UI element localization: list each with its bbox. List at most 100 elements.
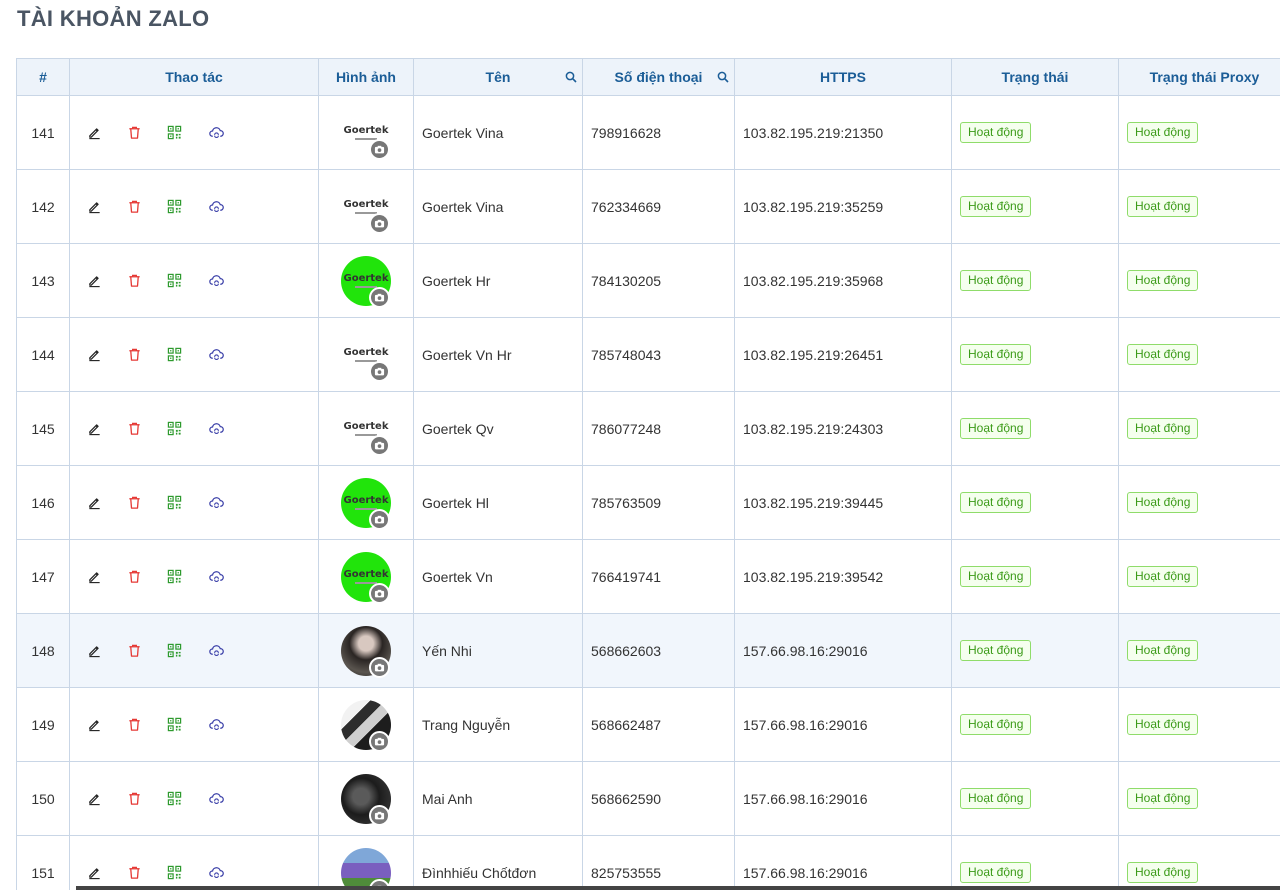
status-badge: Hoạt động [960,418,1032,439]
qr-code-icon[interactable] [166,717,182,733]
row-name: Trang Nguyễn [413,687,583,762]
row-index: 149 [16,687,70,762]
avatar[interactable]: Goertek [341,551,391,604]
row-https: 103.82.195.219:39445 [734,465,952,540]
row-name: Mai Anh [413,761,583,836]
camera-icon[interactable] [369,582,390,604]
cloud-sync-icon[interactable] [208,273,224,289]
search-icon[interactable] [565,71,577,83]
trash-icon[interactable] [126,865,142,881]
qr-code-icon[interactable] [166,643,182,659]
qr-code-icon[interactable] [166,125,182,141]
avatar[interactable] [341,625,391,678]
camera-icon[interactable] [369,508,390,530]
brand-logo-text: Goertek [343,568,389,580]
row-name: Goertek Vn Hr [413,317,583,392]
trash-icon[interactable] [126,347,142,363]
camera-icon[interactable] [369,212,390,234]
trash-icon[interactable] [126,717,142,733]
row-actions [69,317,319,392]
row-index: 148 [16,613,70,688]
cloud-sync-icon[interactable] [208,421,224,437]
column-header-actions: Thao tác [69,58,319,96]
row-proxy-status-cell: Hoạt động [1118,169,1280,244]
cloud-sync-icon[interactable] [208,791,224,807]
trash-icon[interactable] [126,199,142,215]
horizontal-scrollbar[interactable] [76,886,1280,890]
pencil-icon[interactable] [86,199,102,215]
avatar[interactable]: Goertek [341,403,391,456]
avatar[interactable] [341,773,391,826]
cloud-sync-icon[interactable] [208,125,224,141]
cloud-sync-icon[interactable] [208,865,224,881]
row-name: Goertek Hr [413,243,583,318]
camera-icon[interactable] [369,804,390,826]
column-header-image: Hình ảnh [318,58,414,96]
cloud-sync-icon[interactable] [208,569,224,585]
camera-icon[interactable] [369,286,390,308]
avatar[interactable]: Goertek [341,477,391,530]
table-row: 147 Goertek Goertek Vn 766419741 103.82.… [16,539,1280,614]
cloud-sync-icon[interactable] [208,717,224,733]
cloud-sync-icon[interactable] [208,199,224,215]
pencil-icon[interactable] [86,347,102,363]
trash-icon[interactable] [126,421,142,437]
search-icon[interactable] [717,71,729,83]
camera-icon[interactable] [369,138,390,160]
pencil-icon[interactable] [86,495,102,511]
camera-icon[interactable] [369,730,390,752]
pencil-icon[interactable] [86,421,102,437]
row-image: Goertek [318,539,414,614]
qr-code-icon[interactable] [166,347,182,363]
qr-code-icon[interactable] [166,569,182,585]
row-name: Goertek Vina [413,169,583,244]
pencil-icon[interactable] [86,791,102,807]
accounts-table-container[interactable]: # Thao tác Hình ảnh Tên Số điện thoại HT… [16,58,1280,890]
pencil-icon[interactable] [86,569,102,585]
avatar[interactable]: Goertek [341,255,391,308]
camera-icon[interactable] [369,360,390,382]
brand-logo-text: Goertek [343,272,389,284]
proxy-status-badge: Hoạt động [1127,418,1199,439]
qr-code-icon[interactable] [166,421,182,437]
row-https: 103.82.195.219:39542 [734,539,952,614]
trash-icon[interactable] [126,273,142,289]
row-actions [69,687,319,762]
row-actions [69,761,319,836]
pencil-icon[interactable] [86,643,102,659]
camera-icon[interactable] [369,434,390,456]
qr-code-icon[interactable] [166,273,182,289]
row-status-cell: Hoạt động [951,539,1119,614]
row-actions [69,391,319,466]
avatar[interactable]: Goertek [341,329,391,382]
trash-icon[interactable] [126,569,142,585]
row-proxy-status-cell: Hoạt động [1118,687,1280,762]
trash-icon[interactable] [126,643,142,659]
row-https: 103.82.195.219:24303 [734,391,952,466]
column-header-name-label: Tên [485,69,511,85]
camera-icon[interactable] [369,656,390,678]
qr-code-icon[interactable] [166,865,182,881]
row-image: Goertek [318,95,414,170]
pencil-icon[interactable] [86,717,102,733]
avatar[interactable]: Goertek [341,107,391,160]
pencil-icon[interactable] [86,865,102,881]
column-header-phone: Số điện thoại [582,58,735,96]
status-badge: Hoạt động [960,714,1032,735]
avatar[interactable]: Goertek [341,181,391,234]
trash-icon[interactable] [126,495,142,511]
row-https: 103.82.195.219:35968 [734,243,952,318]
avatar[interactable] [341,699,391,752]
pencil-icon[interactable] [86,273,102,289]
qr-code-icon[interactable] [166,199,182,215]
table-row: 145 Goertek Goertek Qv 786077248 103.82.… [16,391,1280,466]
cloud-sync-icon[interactable] [208,643,224,659]
qr-code-icon[interactable] [166,791,182,807]
avatar[interactable] [341,847,391,890]
trash-icon[interactable] [126,791,142,807]
qr-code-icon[interactable] [166,495,182,511]
cloud-sync-icon[interactable] [208,347,224,363]
pencil-icon[interactable] [86,125,102,141]
cloud-sync-icon[interactable] [208,495,224,511]
trash-icon[interactable] [126,125,142,141]
